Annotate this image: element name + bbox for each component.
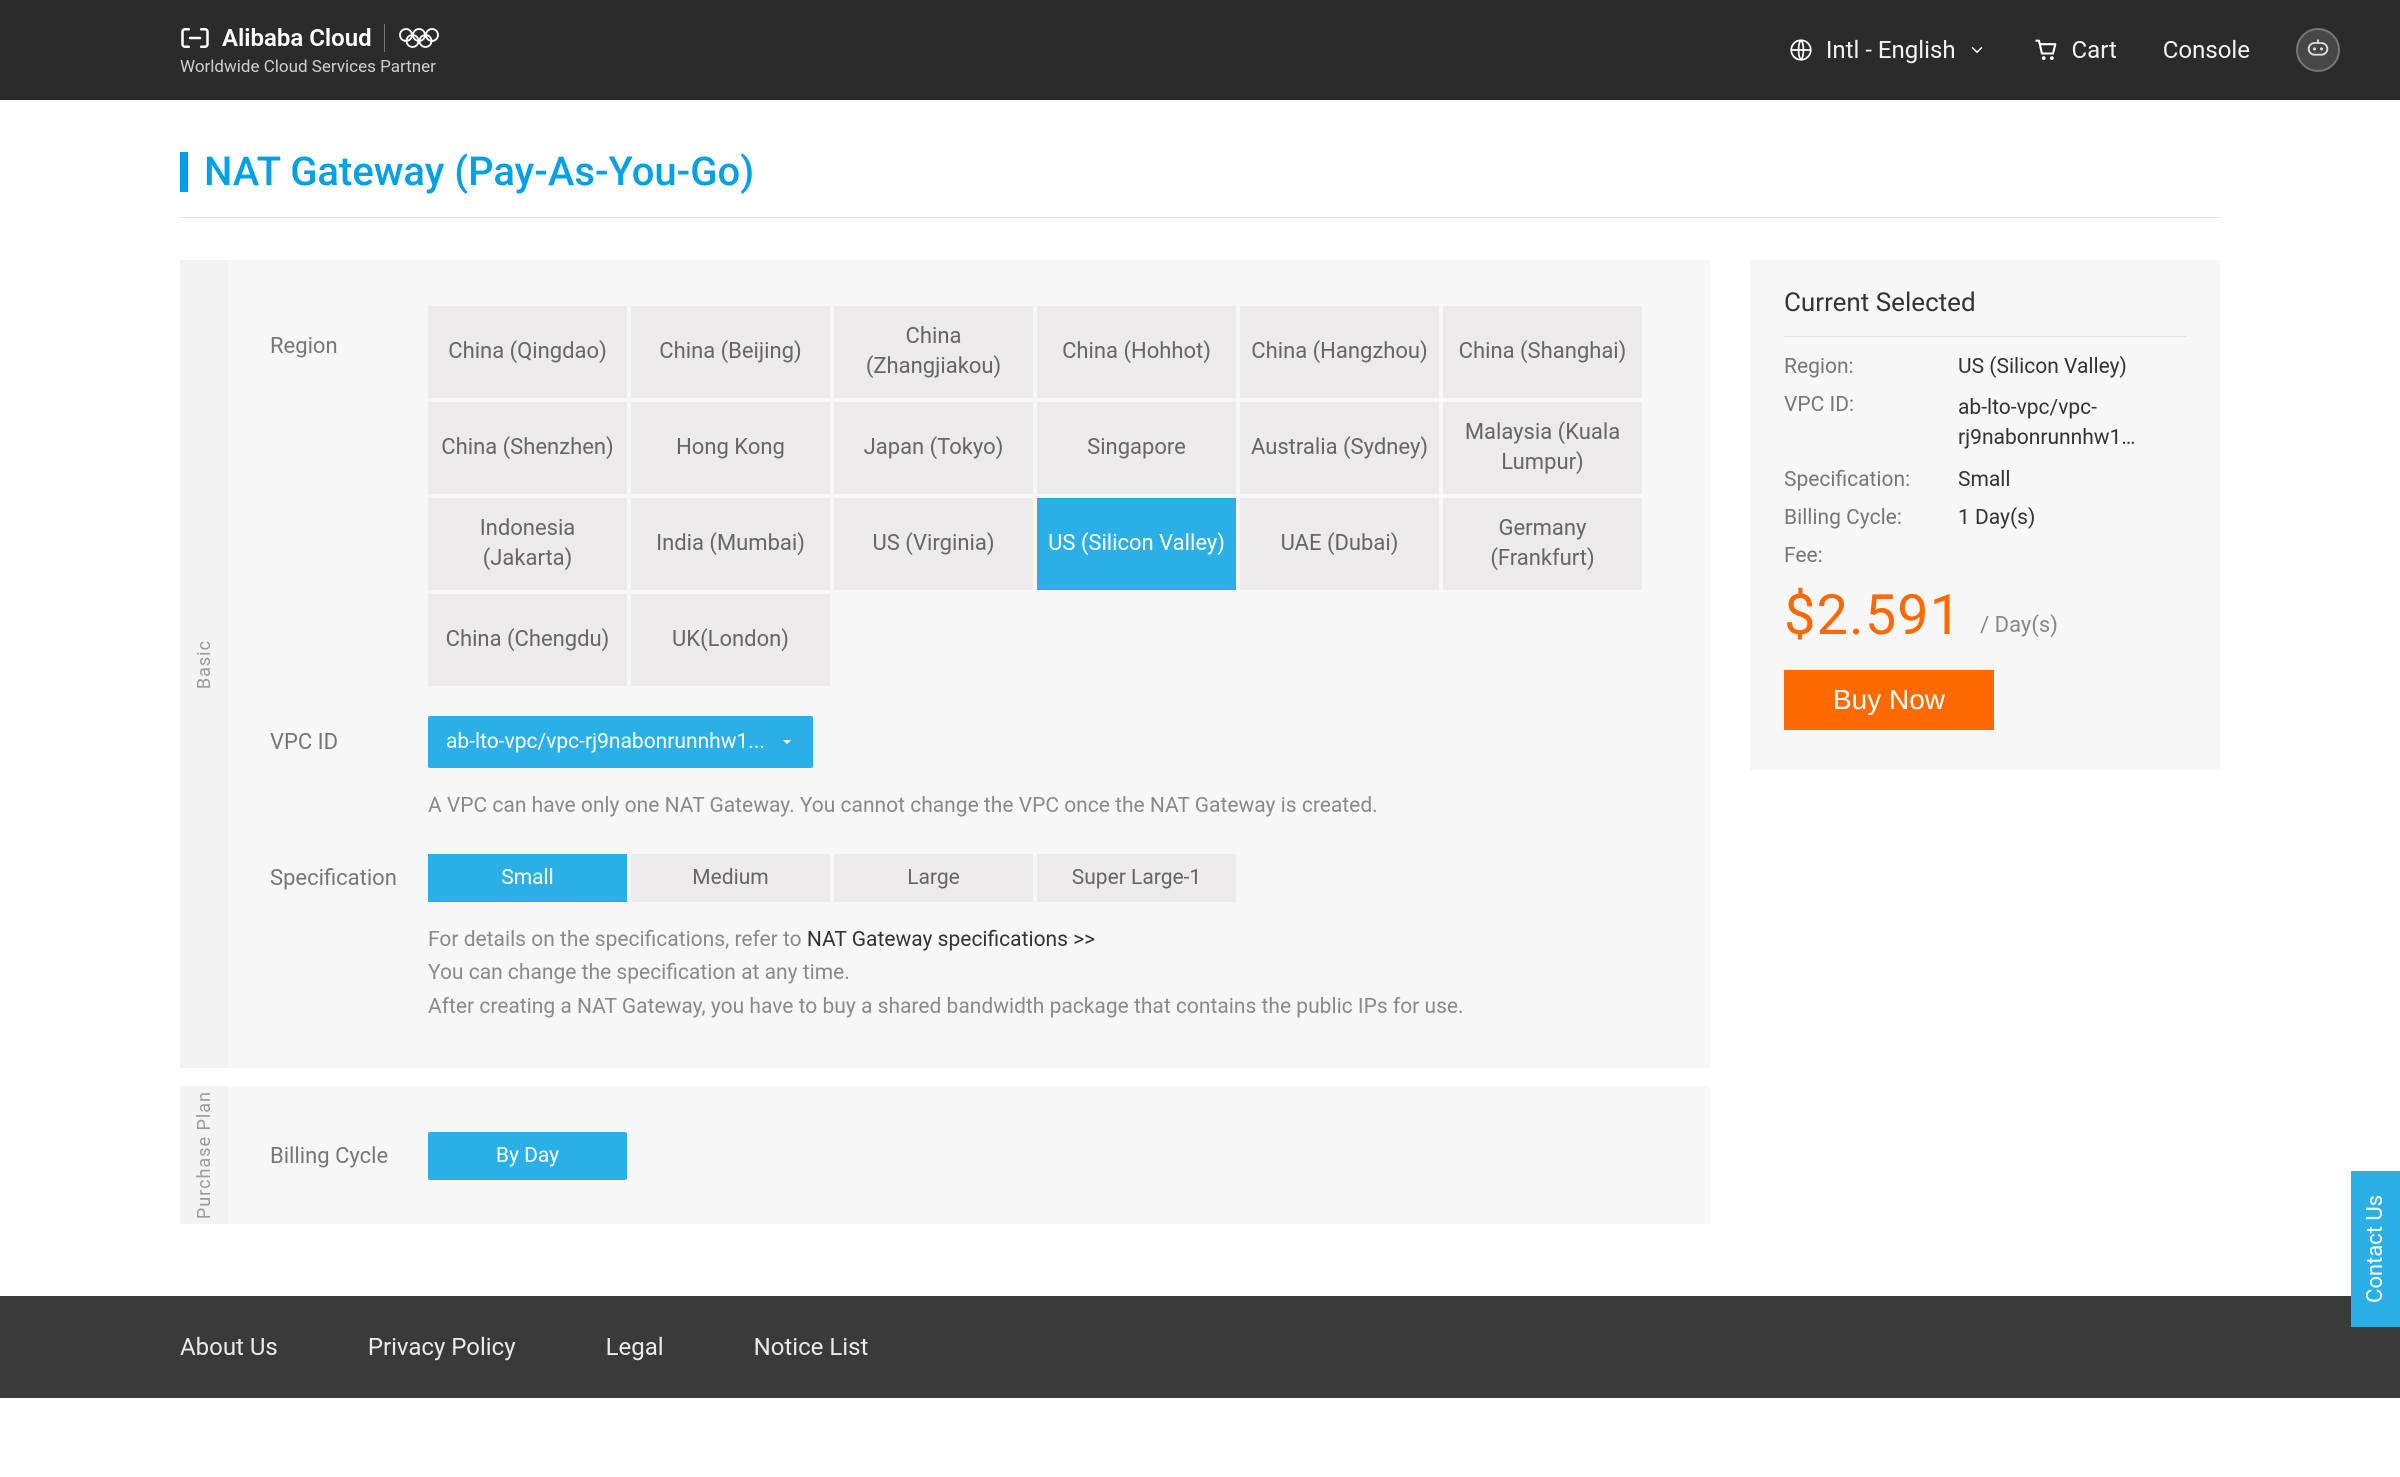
region-tile[interactable]: China (Zhangjiakou) bbox=[834, 306, 1033, 398]
region-tile[interactable]: China (Shenzhen) bbox=[428, 402, 627, 494]
language-switcher[interactable]: Intl - English bbox=[1788, 36, 1986, 64]
console-link[interactable]: Console bbox=[2163, 36, 2250, 64]
summary-cycle-k: Billing Cycle: bbox=[1784, 506, 1934, 530]
region-tile[interactable]: Australia (Sydney) bbox=[1240, 402, 1439, 494]
footer-legal[interactable]: Legal bbox=[606, 1333, 664, 1361]
billing-value[interactable]: By Day bbox=[428, 1132, 627, 1180]
basic-sidetab-label: Basic bbox=[194, 640, 215, 689]
footer-about[interactable]: About Us bbox=[180, 1333, 278, 1361]
summary-fee-k: Fee: bbox=[1784, 544, 1934, 568]
cart-icon bbox=[2032, 36, 2060, 64]
contact-us-button[interactable]: Contact Us bbox=[2351, 1171, 2400, 1327]
brand-divider bbox=[384, 24, 385, 52]
summary-fee-line: $2.591 / Day(s) bbox=[1784, 582, 2186, 648]
summary-vpc-k: VPC ID: bbox=[1784, 393, 1934, 454]
page-title: NAT Gateway (Pay-As-You-Go) bbox=[204, 148, 754, 195]
vpc-select[interactable]: ab-lto-vpc/vpc-rj9nabonrunnhw1... bbox=[428, 716, 813, 768]
vpc-selected-value: ab-lto-vpc/vpc-rj9nabonrunnhw1... bbox=[446, 730, 765, 754]
vpc-label: VPC ID bbox=[270, 716, 400, 755]
region-tile[interactable]: Hong Kong bbox=[631, 402, 830, 494]
basic-section: Basic Region China (Qingdao)China (Beiji… bbox=[180, 260, 1710, 1068]
summary-row-spec: Specification: Small bbox=[1784, 468, 2186, 492]
footer-notice[interactable]: Notice List bbox=[754, 1333, 869, 1361]
topbar: Alibaba Cloud Worldwide Cloud Services P… bbox=[0, 0, 2400, 100]
topbar-right: Intl - English Cart Console bbox=[1788, 28, 2340, 72]
spec-option[interactable]: Large bbox=[834, 854, 1033, 902]
spec-hint-2: You can change the specification at any … bbox=[428, 961, 850, 985]
region-tile[interactable]: Malaysia (Kuala Lumpur) bbox=[1443, 402, 1642, 494]
brand-sub: Worldwide Cloud Services Partner bbox=[180, 57, 451, 77]
spec-hint-link[interactable]: NAT Gateway specifications >> bbox=[807, 928, 1095, 952]
footer: About Us Privacy Policy Legal Notice Lis… bbox=[0, 1296, 2400, 1398]
region-tile[interactable]: Singapore bbox=[1037, 402, 1236, 494]
region-tile[interactable]: China (Hangzhou) bbox=[1240, 306, 1439, 398]
region-label: Region bbox=[270, 306, 400, 359]
avatar-icon bbox=[2304, 36, 2332, 64]
language-label: Intl - English bbox=[1826, 36, 1956, 64]
brand-logo[interactable]: Alibaba Cloud bbox=[180, 23, 451, 53]
summary-row-region: Region: US (Silicon Valley) bbox=[1784, 355, 2186, 379]
summary-region-v: US (Silicon Valley) bbox=[1958, 355, 2186, 379]
region-tile[interactable]: Germany (Frankfurt) bbox=[1443, 498, 1642, 590]
region-tile[interactable]: Japan (Tokyo) bbox=[834, 402, 1033, 494]
region-tiles: China (Qingdao)China (Beijing)China (Zha… bbox=[428, 306, 1650, 686]
spec-option[interactable]: Small bbox=[428, 854, 627, 902]
cart-link[interactable]: Cart bbox=[2032, 36, 2117, 64]
alibaba-logo-icon bbox=[180, 23, 210, 53]
spec-option[interactable]: Medium bbox=[631, 854, 830, 902]
avatar[interactable] bbox=[2296, 28, 2340, 72]
region-tile[interactable]: UK(London) bbox=[631, 594, 830, 686]
chevron-down-icon bbox=[1968, 41, 1986, 59]
basic-sidetab: Basic bbox=[180, 260, 228, 1068]
summary-panel: Current Selected Region: US (Silicon Val… bbox=[1750, 260, 2220, 770]
spec-hint-prefix: For details on the specifications, refer… bbox=[428, 928, 807, 952]
region-tile[interactable]: China (Beijing) bbox=[631, 306, 830, 398]
summary-price: $2.591 bbox=[1784, 582, 1962, 648]
summary-spec-k: Specification: bbox=[1784, 468, 1934, 492]
purchase-sidetab-label: Purchase Plan bbox=[194, 1091, 215, 1219]
region-tile[interactable]: China (Chengdu) bbox=[428, 594, 627, 686]
billing-label: Billing Cycle bbox=[270, 1132, 400, 1169]
region-tile[interactable]: China (Qingdao) bbox=[428, 306, 627, 398]
caret-down-icon bbox=[779, 734, 795, 750]
summary-vpc-v: ab-lto-vpc/vpc-rj9nabonrunnhw1… bbox=[1958, 393, 2186, 454]
spec-hint-3: After creating a NAT Gateway, you have t… bbox=[428, 995, 1464, 1019]
region-tile[interactable]: India (Mumbai) bbox=[631, 498, 830, 590]
region-tile[interactable]: UAE (Dubai) bbox=[1240, 498, 1439, 590]
vpc-hint: A VPC can have only one NAT Gateway. You… bbox=[428, 790, 1650, 824]
purchase-section: Purchase Plan Billing Cycle By Day bbox=[180, 1086, 1710, 1224]
summary-spec-v: Small bbox=[1958, 468, 2186, 492]
olympic-rings-icon bbox=[397, 27, 451, 49]
summary-row-vpc: VPC ID: ab-lto-vpc/vpc-rj9nabonrunnhw1… bbox=[1784, 393, 2186, 454]
brand: Alibaba Cloud Worldwide Cloud Services P… bbox=[180, 23, 451, 77]
footer-privacy[interactable]: Privacy Policy bbox=[368, 1333, 516, 1361]
spec-option[interactable]: Super Large-1 bbox=[1037, 854, 1236, 902]
spec-hint: For details on the specifications, refer… bbox=[428, 924, 1650, 1025]
console-label: Console bbox=[2163, 36, 2250, 64]
summary-row-fee: Fee: bbox=[1784, 544, 2186, 568]
globe-icon bbox=[1788, 37, 1814, 63]
cart-label: Cart bbox=[2072, 36, 2117, 64]
region-tile[interactable]: US (Silicon Valley) bbox=[1037, 498, 1236, 590]
summary-unit: / Day(s) bbox=[1980, 613, 2058, 638]
region-tile[interactable]: China (Shanghai) bbox=[1443, 306, 1642, 398]
summary-cycle-v: 1 Day(s) bbox=[1958, 506, 2186, 530]
summary-title: Current Selected bbox=[1784, 288, 2186, 337]
summary-row-cycle: Billing Cycle: 1 Day(s) bbox=[1784, 506, 2186, 530]
region-tile[interactable]: China (Hohhot) bbox=[1037, 306, 1236, 398]
brand-name: Alibaba Cloud bbox=[222, 24, 372, 52]
title-accent-bar bbox=[180, 152, 188, 192]
page-title-row: NAT Gateway (Pay-As-You-Go) bbox=[180, 100, 2220, 218]
region-tile[interactable]: US (Virginia) bbox=[834, 498, 1033, 590]
buy-now-button[interactable]: Buy Now bbox=[1784, 670, 1994, 730]
spec-label: Specification bbox=[270, 854, 400, 891]
summary-region-k: Region: bbox=[1784, 355, 1934, 379]
purchase-sidetab: Purchase Plan bbox=[180, 1086, 228, 1224]
spec-options: SmallMediumLargeSuper Large-1 bbox=[428, 854, 1650, 902]
region-tile[interactable]: Indonesia (Jakarta) bbox=[428, 498, 627, 590]
